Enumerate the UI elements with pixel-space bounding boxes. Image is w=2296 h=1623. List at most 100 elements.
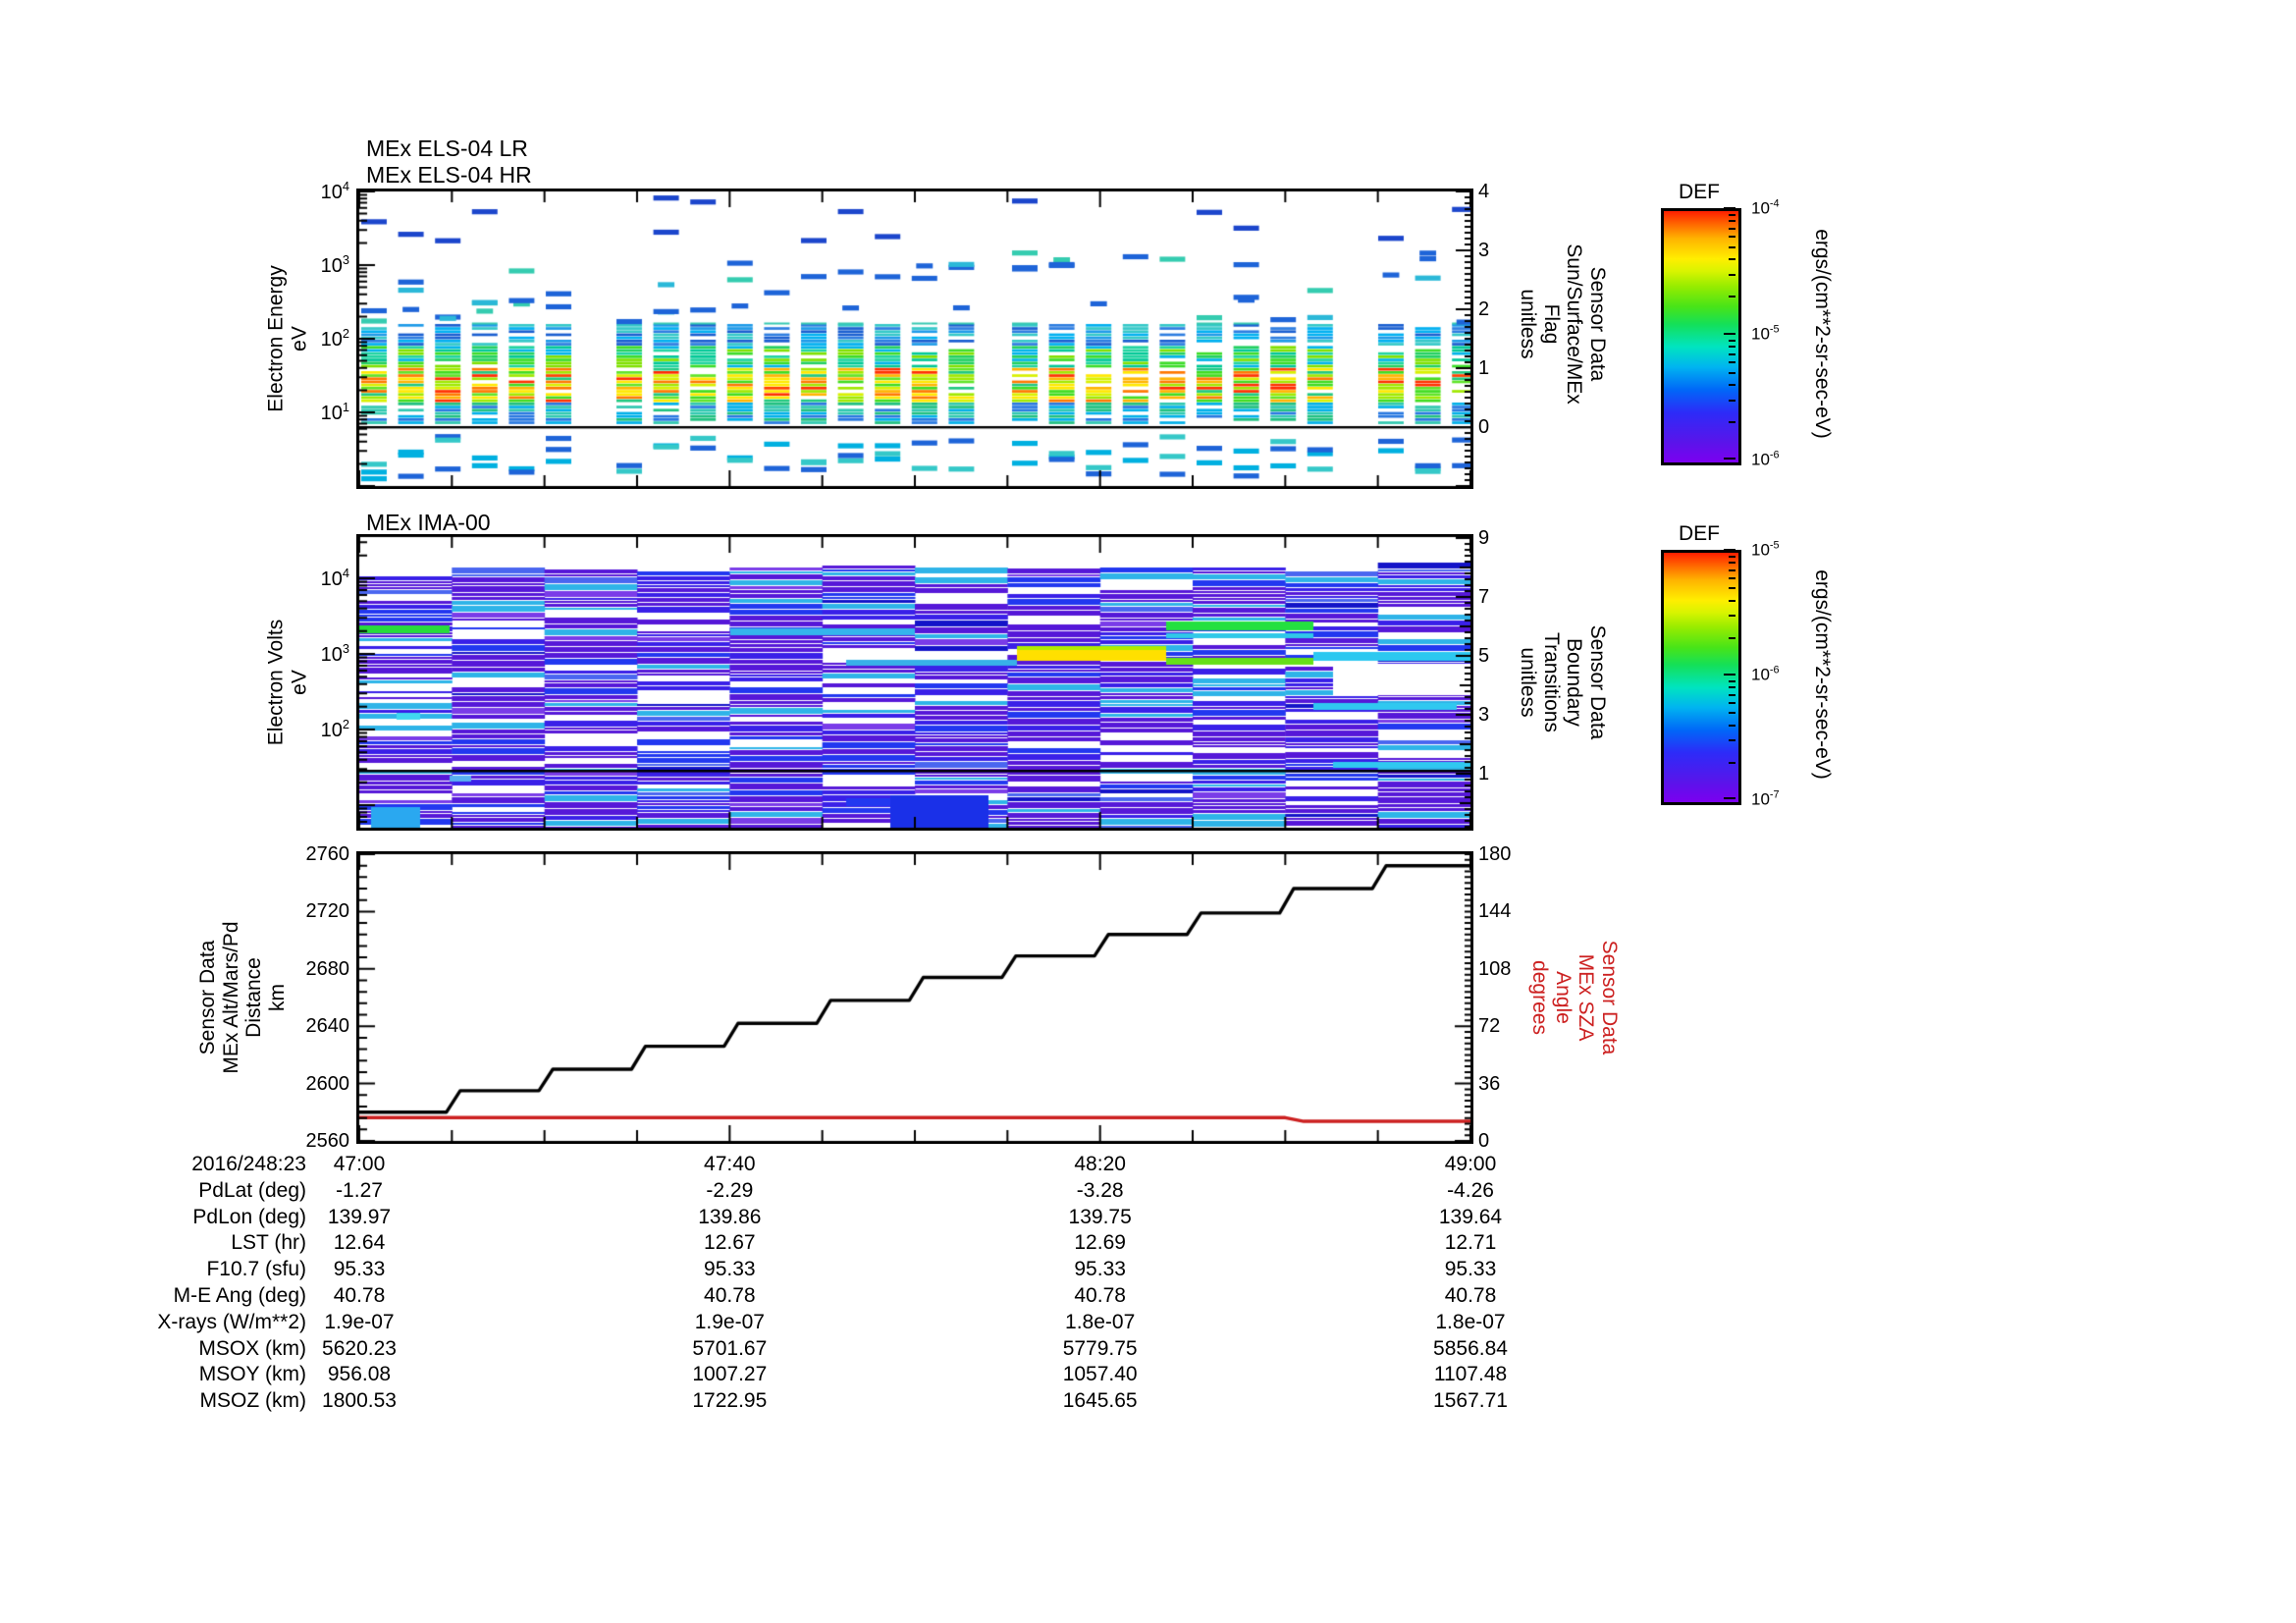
els-colorbar-minor-tick <box>1729 352 1735 355</box>
table-cell: 1722.95 <box>692 1389 768 1413</box>
table-cell: 1.8e-07 <box>1065 1310 1136 1333</box>
els-colorbar-minor-tick <box>1729 213 1735 216</box>
els-colorbar-minor-tick <box>1729 383 1735 386</box>
table-cell: 1.9e-07 <box>694 1310 765 1333</box>
ima-right-tick-label: 9 <box>1478 526 1490 549</box>
els-colorbar-minor-tick <box>1729 220 1735 223</box>
els-colorbar-units: ergs/(cm**2-sr-sec-eV) <box>1810 229 1834 439</box>
table-cell: 139.75 <box>1068 1205 1132 1228</box>
ima-colorbar-gradient <box>1664 553 1738 802</box>
ima-y-axis-label: Electron Volts eV <box>264 620 310 745</box>
alt-ytick-label: 2720 <box>305 900 350 923</box>
ima-right-axis-label-line: Boundary <box>1563 638 1586 727</box>
time-axis-tick-label: 47:40 <box>704 1153 756 1175</box>
alt-y-axis-label-line: MEx Alt/Mars/Pd <box>219 921 242 1074</box>
ima-colorbar-tick-label: 10-6 <box>1751 664 1780 684</box>
table-cell: -4.26 <box>1447 1178 1494 1202</box>
ima-colorbar-tick <box>1724 549 1735 551</box>
ima-spectrogram <box>356 534 1473 831</box>
table-cell: 1645.65 <box>1062 1389 1138 1413</box>
ima-title: MEx IMA-00 <box>366 510 491 535</box>
table-cell: 139.97 <box>327 1205 392 1228</box>
time-axis-tick-label: 49:00 <box>1444 1153 1497 1175</box>
ima-right-tick-label: 3 <box>1478 704 1490 727</box>
alt-right-tick-label: 108 <box>1478 957 1512 980</box>
ima-ytick-label: 103 <box>320 641 349 666</box>
alt-right-tick-label: 72 <box>1478 1015 1501 1038</box>
time-axis-prefix: 2016/248:23 <box>191 1153 306 1175</box>
els-ytick-label: 101 <box>320 400 349 424</box>
ima-colorbar-minor-tick <box>1729 562 1735 565</box>
alt-right-tick-label: 36 <box>1478 1072 1501 1095</box>
table-row-label: M-E Ang (deg) <box>173 1284 306 1307</box>
els-right-axis-label-line: Sensor Data <box>1586 266 1610 382</box>
ima-right-tick-label: 5 <box>1478 644 1490 667</box>
table-cell: 12.67 <box>704 1231 756 1255</box>
ima-colorbar-minor-tick <box>1729 568 1735 571</box>
table-cell: 95.33 <box>1444 1258 1497 1281</box>
alt-ytick-label: 2600 <box>305 1072 350 1095</box>
alt-ytick-label: 2760 <box>305 843 350 865</box>
ima-right-axis-label-line: Transitions <box>1540 632 1563 732</box>
table-cell: 139.64 <box>1438 1205 1503 1228</box>
sza-right-axis-label-line: degrees <box>1528 960 1552 1035</box>
alt-right-tick-label: 144 <box>1478 900 1512 923</box>
table-row-label: PdLon (deg) <box>192 1205 306 1228</box>
table-cell: 40.78 <box>1074 1284 1126 1307</box>
els-right-tick-label: 3 <box>1478 240 1490 261</box>
ima-colorbar-minor-tick <box>1729 636 1735 639</box>
els-colorbar-minor-tick <box>1729 421 1735 424</box>
table-cell: 40.78 <box>1444 1284 1497 1307</box>
table-cell: -2.29 <box>706 1178 754 1202</box>
els-colorbar-minor-tick <box>1729 257 1735 260</box>
ima-colorbar-minor-tick <box>1729 587 1735 590</box>
table-cell: 1057.40 <box>1062 1363 1138 1386</box>
els-right-tick-label: 0 <box>1478 416 1490 438</box>
ima-colorbar-minor-tick <box>1729 555 1735 558</box>
table-cell: 95.33 <box>333 1258 386 1281</box>
ima-y-axis-label-line: eV <box>288 670 310 695</box>
alt-y-axis-label: Sensor Data MEx Alt/Mars/Pd Distance km <box>196 921 289 1073</box>
els-colorbar-tick-label: 10-5 <box>1751 323 1780 344</box>
table-row-label: LST (hr) <box>231 1231 306 1255</box>
table-cell: 95.33 <box>704 1258 756 1281</box>
ima-colorbar-minor-tick <box>1729 599 1735 602</box>
table-cell: 12.71 <box>1444 1231 1497 1255</box>
ima-right-axis-label: Sensor Data Boundary Transitions unitless <box>1517 625 1609 740</box>
els-colorbar-minor-tick <box>1729 339 1735 342</box>
els-colorbar-minor-tick <box>1729 296 1735 298</box>
table-cell: 1800.53 <box>322 1389 397 1413</box>
ima-colorbar-tick-label: 10-5 <box>1751 539 1780 560</box>
els-right-axis-label-line: Sun/Surface/MEx <box>1563 243 1586 405</box>
table-cell: 5779.75 <box>1062 1336 1138 1360</box>
els-ytick-label: 104 <box>320 179 349 203</box>
els-title-lr: MEx ELS-04 LR <box>366 135 528 161</box>
ima-colorbar-minor-tick <box>1729 702 1735 705</box>
table-cell: -3.28 <box>1076 1178 1124 1202</box>
alt-right-tick-label: 180 <box>1478 843 1512 865</box>
table-cell: 5701.67 <box>692 1336 768 1360</box>
els-y-axis-label-line: eV <box>288 326 310 352</box>
table-cell: -1.27 <box>336 1178 383 1202</box>
table-cell: 5856.84 <box>1433 1336 1508 1360</box>
table-cell: 1.9e-07 <box>324 1310 395 1333</box>
sza-right-axis-label: Sensor Data MEx SZA Angle degrees <box>1528 941 1621 1055</box>
els-colorbar-title: DEF <box>1679 181 1720 203</box>
table-row-label: F10.7 (sfu) <box>206 1258 306 1281</box>
figure-root: MEx ELS-04 LR MEx ELS-04 HR MEx IMA-00 D… <box>0 0 2296 1623</box>
els-colorbar-minor-tick <box>1729 346 1735 349</box>
sza-right-axis-label-line: Angle <box>1552 971 1575 1024</box>
ima-colorbar-minor-tick <box>1729 693 1735 696</box>
table-row-label: PdLat (deg) <box>198 1178 306 1202</box>
table-cell: 40.78 <box>704 1284 756 1307</box>
table-cell: 1007.27 <box>692 1363 768 1386</box>
ima-ytick-label: 104 <box>320 566 349 590</box>
alt-ytick-label: 2560 <box>305 1130 350 1152</box>
els-colorbar-minor-tick <box>1729 245 1735 248</box>
alt-y-axis-label-line: Distance <box>242 957 265 1038</box>
ima-colorbar-tick-label: 10-7 <box>1751 788 1780 809</box>
ima-colorbar-tick <box>1724 797 1735 799</box>
els-ytick-label: 102 <box>320 326 349 351</box>
els-right-axis-label-line: unitless <box>1517 289 1540 359</box>
ima-colorbar-minor-tick <box>1729 686 1735 689</box>
